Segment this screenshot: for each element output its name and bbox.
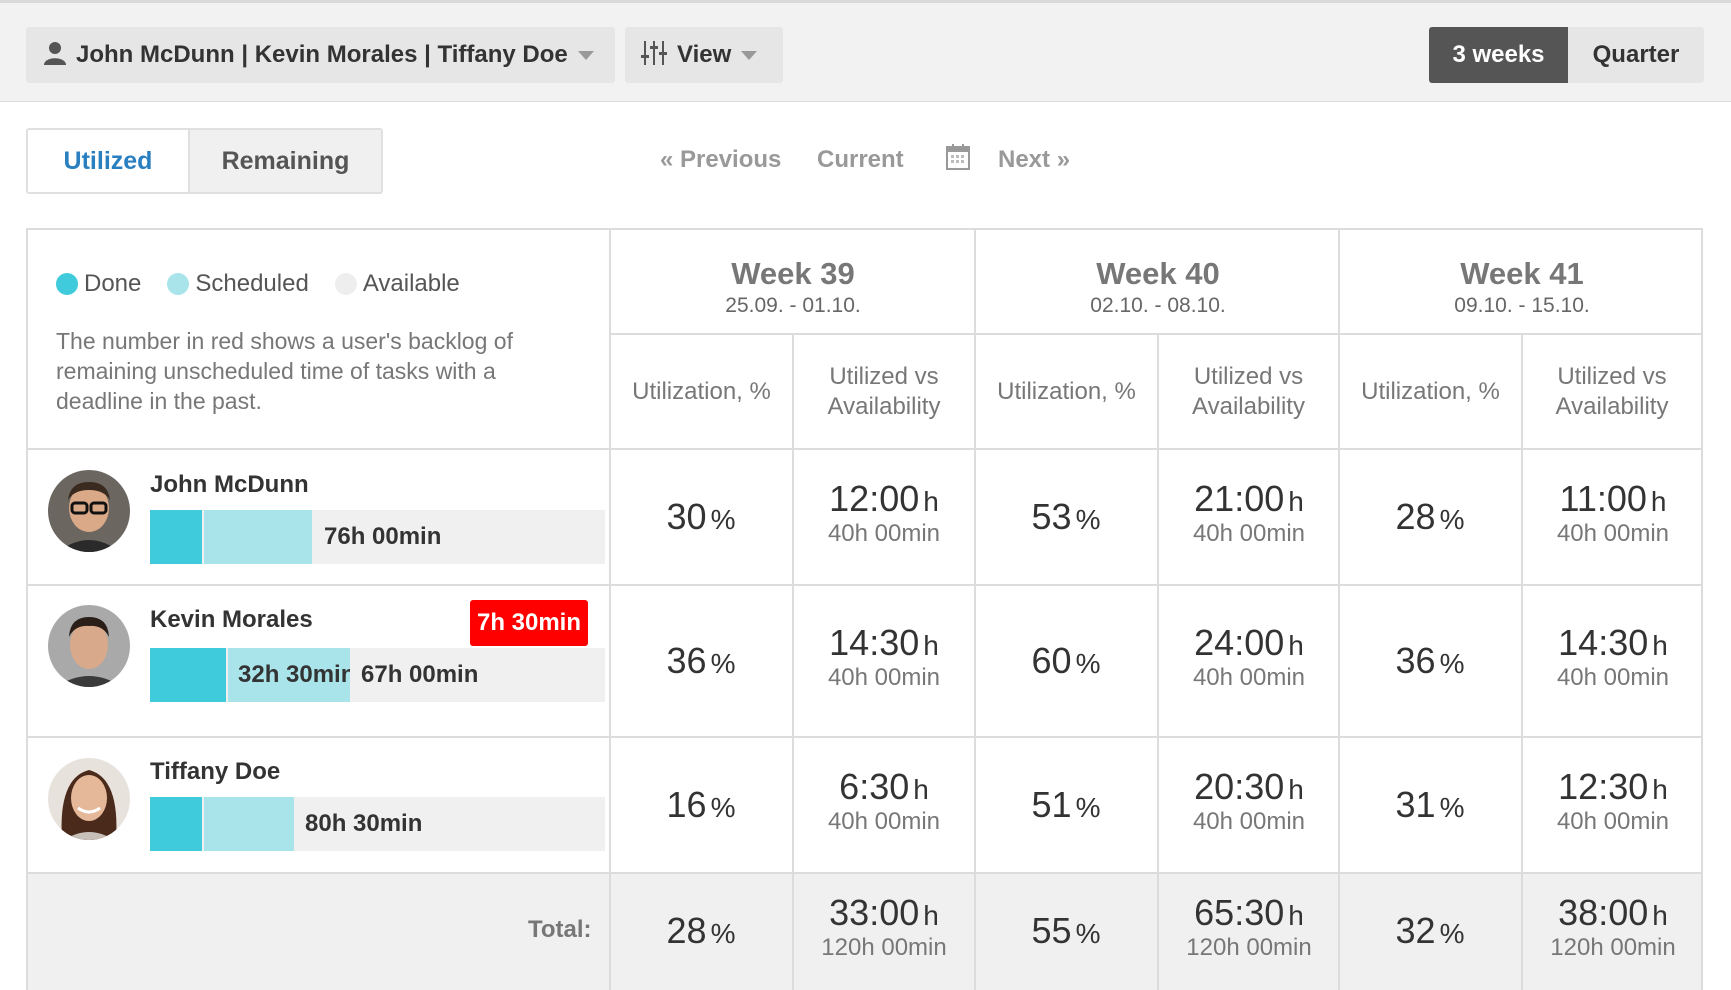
- uva-header: Utilized vs Availability: [1555, 362, 1669, 420]
- utilization-header: Utilization, %: [632, 377, 771, 405]
- view-dropdown[interactable]: View: [625, 27, 783, 83]
- utilized-vs-availability-cell: 24:00 h 40h 00min: [1192, 622, 1306, 691]
- bar-total-label: 80h 30min: [305, 810, 423, 837]
- user-filter-dropdown[interactable]: John McDunn | Kevin Morales | Tiffany Do…: [26, 27, 615, 83]
- utilization-cell: 36%: [1395, 640, 1465, 681]
- utilized-vs-availability-cell: 21:00 h 40h 00min: [1192, 478, 1306, 547]
- bar-scheduled-segment: [204, 797, 294, 851]
- user-name: Tiffany Doe: [150, 758, 281, 785]
- week-header: Week 41 09.10. - 15.10.: [1454, 256, 1590, 317]
- calendar-icon[interactable]: [946, 144, 970, 177]
- utilized-vs-availability-cell: 6:30 h 40h 00min: [827, 766, 941, 835]
- chevron-down-icon: [741, 50, 758, 60]
- utilization-cell: 60%: [1031, 640, 1101, 681]
- avatar: [48, 605, 130, 687]
- utilized-vs-availability-cell: 20:30 h 40h 00min: [1192, 766, 1306, 835]
- top-toolbar: John McDunn | Kevin Morales | Tiffany Do…: [0, 0, 1731, 102]
- available-dot-icon: [334, 273, 357, 295]
- utilization-cell: 51%: [1031, 784, 1101, 825]
- utilized-vs-availability-cell: 14:30 h 40h 00min: [1556, 622, 1670, 691]
- utilization-cell: 53%: [1031, 496, 1101, 537]
- next-link[interactable]: Next »: [998, 146, 1070, 174]
- total-utilized-vs-availability-cell: 38:00 h 120h 00min: [1550, 892, 1676, 961]
- sliders-icon: [641, 40, 667, 70]
- legend-scheduled: Scheduled: [167, 270, 309, 298]
- mode-tabs: Utilized Remaining: [26, 128, 383, 194]
- utilization-header: Utilization, %: [1361, 377, 1500, 405]
- total-utilization-cell: 28%: [666, 910, 736, 951]
- utilization-cell: 30%: [666, 496, 736, 537]
- user-name: John McDunn: [150, 471, 309, 498]
- range-3-weeks-button[interactable]: 3 weeks: [1429, 27, 1568, 83]
- utilization-cell: 16%: [666, 784, 736, 825]
- previous-link[interactable]: « Previous: [660, 146, 781, 174]
- bar-total-label: 76h 00min: [324, 523, 442, 550]
- bar-scheduled-segment: [204, 510, 312, 564]
- backlog-badge: 7h 30min: [470, 600, 588, 646]
- bar-done-segment: [150, 510, 202, 564]
- total-utilized-vs-availability-cell: 33:00 h 120h 00min: [821, 892, 947, 961]
- done-dot-icon: [56, 273, 78, 295]
- week-header: Week 40 02.10. - 08.10.: [1090, 256, 1226, 317]
- total-utilization-cell: 55%: [1031, 910, 1101, 951]
- legend-note: The number in red shows a user's backlog…: [56, 328, 513, 414]
- bar-scheduled-label: 32h 30min: [238, 661, 350, 688]
- bar-done-segment: [150, 797, 202, 851]
- user-icon: [44, 41, 66, 70]
- tab-remaining[interactable]: Remaining: [190, 130, 381, 192]
- user-filter-label: John McDunn | Kevin Morales | Tiffany Do…: [76, 41, 568, 68]
- utilized-vs-availability-cell: 14:30 h 40h 00min: [827, 622, 941, 691]
- avatar: [48, 758, 130, 840]
- chevron-down-icon: [577, 50, 594, 60]
- uva-header: Utilized vs Availability: [1192, 362, 1305, 420]
- range-toggle: 3 weeks Quarter: [1429, 27, 1704, 83]
- current-link[interactable]: Current: [817, 146, 904, 174]
- user-name: Kevin Morales: [150, 606, 313, 633]
- utilization-cell: 28%: [1395, 496, 1465, 537]
- utilized-vs-availability-cell: 11:00 h 40h 00min: [1556, 478, 1670, 547]
- utilized-vs-availability-cell: 12:30 h 40h 00min: [1556, 766, 1670, 835]
- uva-header: Utilized vs Availability: [827, 362, 941, 420]
- total-utilization-cell: 32%: [1395, 910, 1465, 951]
- bar-done-segment: [150, 648, 226, 702]
- range-quarter-button[interactable]: Quarter: [1568, 27, 1704, 83]
- legend: Done Scheduled Available: [56, 270, 486, 298]
- avatar: [48, 470, 130, 552]
- legend-available: Available: [334, 270, 460, 298]
- utilization-header: Utilization, %: [997, 377, 1136, 405]
- scheduled-dot-icon: [167, 273, 190, 295]
- legend-done: Done: [56, 270, 141, 298]
- total-utilized-vs-availability-cell: 65:30 h 120h 00min: [1186, 892, 1312, 961]
- utilization-table: Done Scheduled Available The number in r…: [26, 228, 1703, 990]
- bar-total-label: 67h 00min: [361, 661, 479, 688]
- utilization-cell: 31%: [1395, 784, 1465, 825]
- tab-utilized[interactable]: Utilized: [28, 130, 190, 192]
- utilized-vs-availability-cell: 12:00 h 40h 00min: [827, 478, 941, 547]
- utilization-cell: 36%: [666, 640, 736, 681]
- week-header: Week 39 25.09. - 01.10.: [725, 256, 861, 317]
- view-label: View: [677, 41, 732, 68]
- total-label: Total:: [528, 916, 592, 943]
